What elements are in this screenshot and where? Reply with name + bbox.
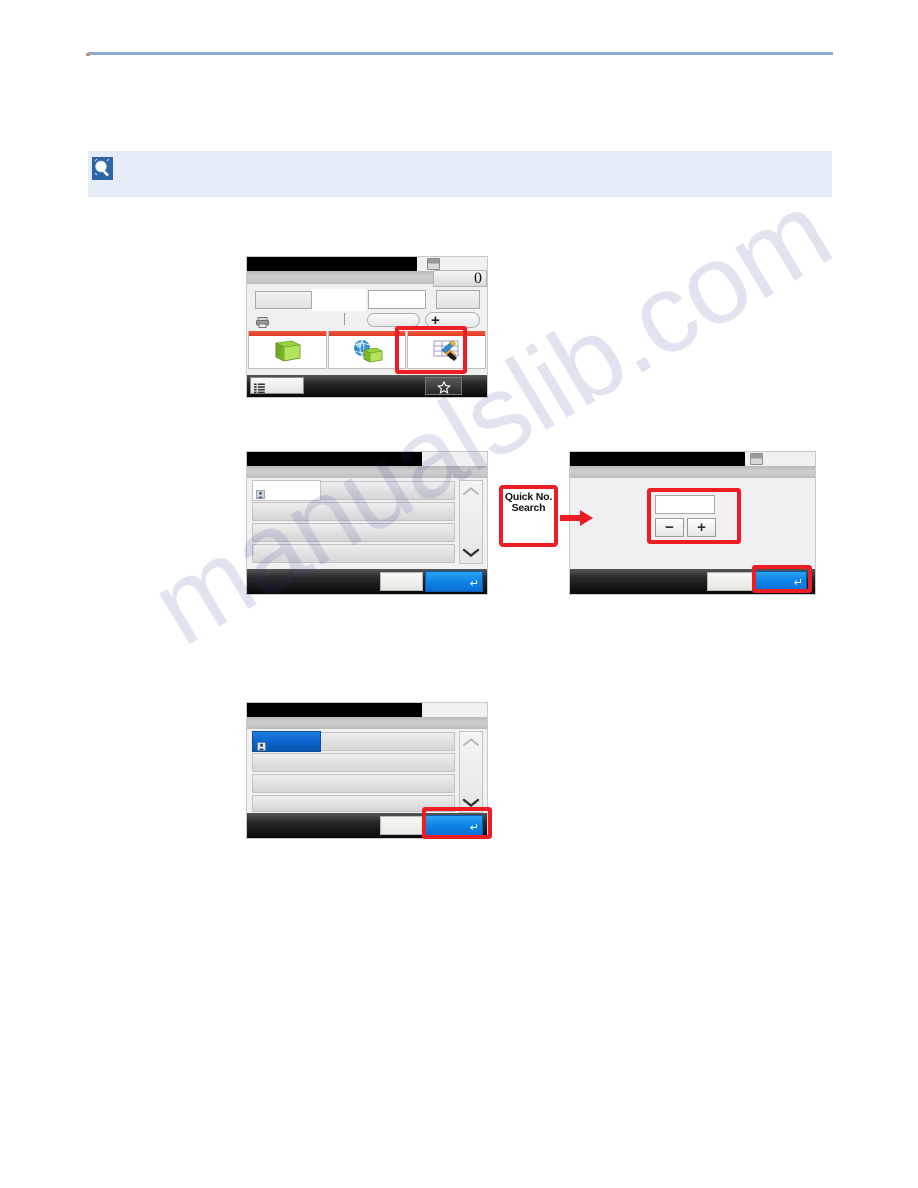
ok-button[interactable]: ↵ (425, 815, 483, 836)
tab-active-bar (408, 331, 486, 336)
enter-arrow-icon: ↵ (469, 822, 479, 834)
star-icon (436, 380, 452, 397)
panel-address-list-selected[interactable]: ↵ (247, 703, 487, 838)
toolbar-separator (344, 313, 345, 325)
tab-active-bar (249, 331, 326, 336)
panel-sub-bar (247, 271, 433, 284)
tab-address-book[interactable] (248, 331, 327, 369)
list-row[interactable] (252, 523, 455, 542)
list-row[interactable] (252, 753, 455, 772)
enter-arrow-icon: ↵ (469, 578, 479, 590)
callout-line1: Quick No. (504, 491, 553, 503)
contact-icon (257, 738, 266, 751)
quick-no-search-callout: Quick No. Search (499, 485, 558, 547)
chevron-down-icon[interactable] (462, 795, 480, 808)
list-row[interactable] (252, 544, 455, 563)
favorites-button[interactable] (425, 377, 462, 395)
destination-field-3[interactable] (368, 290, 426, 309)
printer-status-icon (427, 258, 440, 270)
chevron-up-icon[interactable] (462, 484, 480, 495)
ok-button[interactable]: ↵ (425, 571, 483, 592)
panel-sub-bar (247, 466, 487, 478)
note-magnifier-icon (92, 157, 113, 180)
panel-title-bar (247, 703, 422, 717)
add-destination-button[interactable]: + (425, 312, 480, 328)
red-right-arrow (560, 508, 594, 533)
tab-ext-address-book[interactable] (327, 331, 407, 369)
ok-button[interactable]: ↵ (755, 571, 807, 591)
minus-button[interactable]: − (655, 518, 684, 537)
system-menu-button[interactable] (250, 377, 304, 394)
quick-number-input[interactable] (655, 495, 715, 514)
chevron-up-icon[interactable] (462, 735, 480, 746)
panel-title-bar (247, 452, 422, 466)
tab-address-entry[interactable] (407, 331, 487, 369)
panel-address-list[interactable]: ↵ (247, 452, 487, 594)
header-rule (88, 52, 833, 55)
panel-title-bar (247, 257, 417, 271)
printer-status-icon (750, 453, 763, 465)
cancel-button[interactable] (380, 816, 423, 835)
tab-active-bar (328, 331, 406, 336)
panel-sub-bar (247, 717, 487, 729)
panel-sub-bar (570, 466, 815, 478)
plus-label: + (697, 519, 706, 536)
panel-destination-entry[interactable]: 0 + (247, 257, 487, 397)
cancel-button[interactable] (707, 572, 753, 591)
contact-icon (256, 486, 265, 499)
list-row[interactable] (252, 795, 455, 812)
destination-pill-button[interactable] (367, 313, 420, 327)
printer-icon (256, 315, 269, 328)
plus-button[interactable]: + (687, 518, 716, 537)
list-row[interactable] (252, 502, 455, 521)
cancel-button[interactable] (380, 572, 423, 591)
minus-label: − (665, 519, 674, 536)
copy-counter: 0 (433, 270, 487, 287)
destination-tab-bar[interactable] (248, 331, 487, 369)
destination-side-button[interactable] (436, 290, 480, 309)
green-folder-icon (270, 338, 304, 364)
list-row-1-selected[interactable] (252, 731, 321, 752)
callout-line2: Search (511, 502, 546, 514)
destination-field-1[interactable] (255, 291, 312, 309)
list-row[interactable] (252, 774, 455, 793)
add-destination-label: + (431, 312, 440, 329)
panel-title-bar (570, 452, 745, 466)
list-row-1-highlight[interactable] (252, 480, 321, 501)
spreadsheet-pen-icon (430, 338, 464, 364)
panel-quick-number[interactable]: − + ↵ (570, 452, 815, 594)
globe-folder-icon (350, 338, 384, 364)
list-menu-icon (254, 381, 265, 397)
enter-arrow-icon: ↵ (793, 577, 803, 589)
chevron-down-icon[interactable] (462, 545, 480, 558)
destination-field-2[interactable] (312, 289, 366, 311)
watermark: manualslib.com (131, 168, 851, 669)
note-box (88, 151, 832, 197)
header-rule-tick (86, 53, 90, 56)
